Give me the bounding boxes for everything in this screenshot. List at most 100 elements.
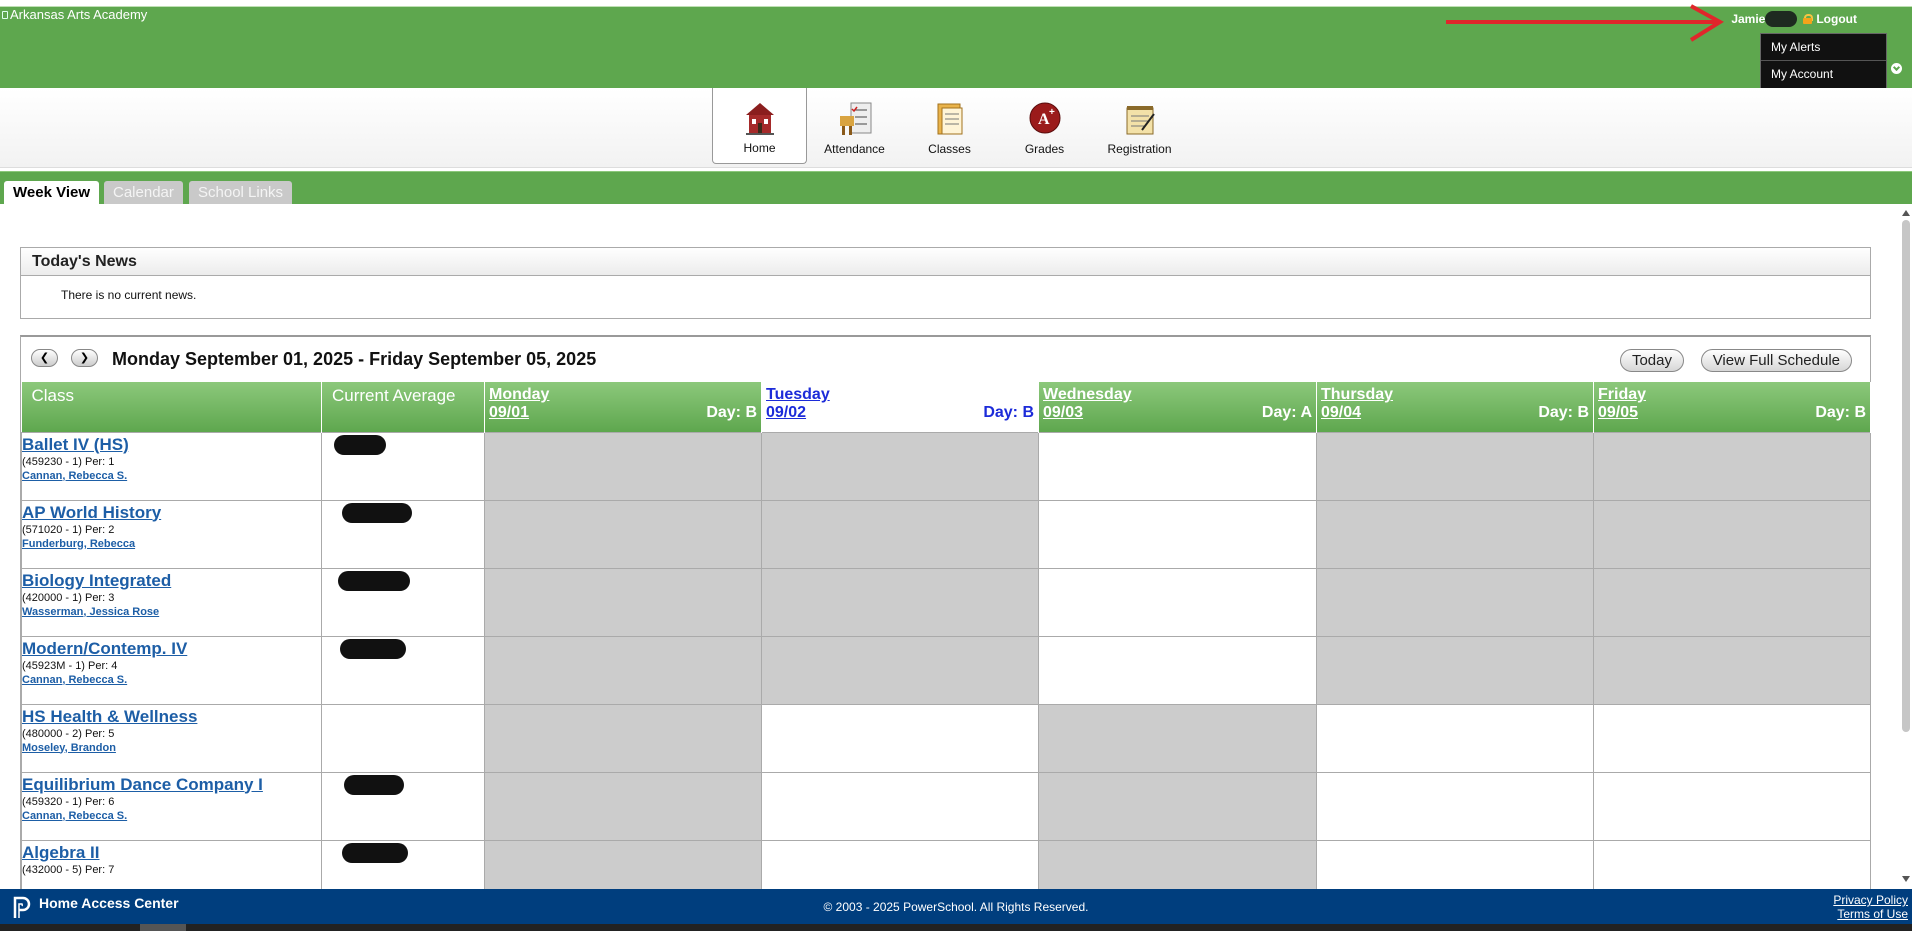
nav-label: Grades [1024,142,1065,156]
column-header-average: Current Average [321,382,485,432]
nav-classes[interactable]: Classes [902,88,997,164]
day-date-link[interactable]: 09/03 [1043,404,1083,422]
teacher-link[interactable]: Cannan, Rebecca S. [22,469,321,483]
teacher-link[interactable]: Cannan, Rebecca S. [22,673,321,687]
day-date-link[interactable]: 09/01 [489,404,529,422]
average-cell [321,703,485,773]
tab-week-view[interactable]: Week View [4,181,99,205]
day-header: Monday 09/01 Day: B [484,382,762,432]
class-cell: AP World History (571020 - 1) Per: 2 Funde… [21,499,322,569]
today-button[interactable]: Today [1619,349,1684,372]
attendance-icon [839,102,871,135]
redacted-average[interactable] [338,570,410,591]
tab-calendar[interactable]: Calendar [104,181,183,205]
my-account-item[interactable]: My Account [1761,61,1886,88]
redacted-average[interactable] [334,434,386,455]
logout-link[interactable]: Logout [1816,12,1857,26]
table-row: Modern/Contemp. IV (45923M - 1) Per: 4 Can… [21,635,1871,705]
schedule-day-cell [761,771,1039,841]
class-name-link[interactable]: HS Health & Wellness [22,707,321,727]
redacted-average[interactable] [342,842,408,863]
schedule-day-cell [1038,499,1317,569]
day-name-link[interactable]: Thursday [1321,386,1589,404]
nav-home[interactable]: Home [712,88,807,164]
schedule-day-cell [1593,839,1871,889]
day-code: Day: B [1538,404,1589,421]
day-header: Thursday 09/04 Day: B [1316,382,1594,432]
table-row: HS Health & Wellness (480000 - 2) Per: 5M… [21,703,1871,773]
copyright: © 2003 - 2025 PowerSchool. All Rights Re… [823,900,1089,914]
nav-attendance[interactable]: Attendance [807,88,902,164]
class-name-link[interactable]: Biology Integrated [22,571,321,591]
class-name-link[interactable]: Algebra II [22,843,321,863]
class-cell: Biology Integrated (420000 - 1) Per: 3 Was… [21,567,322,637]
scrollbar-thumb[interactable] [1902,220,1910,732]
schedule-day-cell [761,499,1039,569]
main-nav: Home Attendance Classes A + Grades Regis… [0,88,1912,168]
home-icon [745,103,774,135]
schedule-day-cell [1038,431,1317,501]
my-alerts-item[interactable]: My Alerts [1761,34,1886,61]
schedule-day-cell [1038,703,1317,773]
schedule-day-cell [1316,635,1594,705]
schedule-day-cell [761,567,1039,637]
schedule-day-cell [484,771,762,841]
teacher-link[interactable]: Moseley, Brandon [22,741,321,755]
redacted-average[interactable] [344,774,404,795]
redacted-average[interactable] [340,638,406,659]
previous-week-button[interactable]: ❮ [31,349,58,367]
teacher-link[interactable]: Wasserman, Jessica Rose [22,605,321,619]
nav-registration[interactable]: Registration [1092,88,1187,164]
user-name[interactable]: Jamie [1731,12,1765,26]
day-name-link[interactable]: Friday [1598,386,1866,404]
schedule-day-cell [1593,703,1871,773]
class-name-link[interactable]: Equilibrium Dance Company I [22,775,321,795]
classes-icon [937,103,962,135]
schedule-day-cell [1038,635,1317,705]
nav-label: Classes [928,142,971,156]
schedule-day-cell [484,567,762,637]
school-logo: Arkansas Arts Academy [2,7,147,22]
scroll-up-icon[interactable] [1902,210,1910,216]
next-week-button[interactable]: ❯ [71,349,98,367]
average-cell [321,499,485,569]
view-full-schedule-button[interactable]: View Full Schedule [1700,349,1852,372]
day-code: Day: A [1261,404,1312,421]
schedule-day-cell [1316,839,1594,889]
teacher-link[interactable]: Funderburg, Rebecca [22,537,321,551]
schedule-day-cell [761,431,1039,501]
schedule-day-cell [1316,499,1594,569]
user-area: Jamie Logout [1731,11,1857,27]
day-name-link[interactable]: Monday [489,386,757,404]
teacher-link[interactable]: Cannan, Rebecca S. [22,809,321,823]
terms-of-use-link[interactable]: Terms of Use [1833,907,1908,921]
class-cell: Algebra II (432000 - 5) Per: 7 [21,839,322,889]
class-name-link[interactable]: Ballet IV (HS) [22,435,321,455]
chevron-left-icon: ❮ [39,352,50,364]
chevron-down-icon[interactable] [1891,63,1902,74]
tab-bar: Week View Calendar School Links [0,171,1912,205]
schedule-day-cell [484,635,762,705]
class-name-link[interactable]: AP World History [22,503,321,523]
footer: Home Access Center © 2003 - 2025 PowerSc… [0,889,1912,924]
class-name-link[interactable]: Modern/Contemp. IV [22,639,321,659]
schedule-day-cell [1038,839,1317,889]
table-row: Ballet IV (HS) (459230 - 1) Per: 1 Cannan,… [21,431,1871,501]
annotation-arrow [1446,4,1724,42]
scroll-down-icon[interactable] [1902,876,1910,882]
nav-label: Registration [1107,142,1172,156]
day-header-today: Tuesday 09/02 Day: B [761,382,1039,432]
average-cell [321,635,485,705]
day-date-link[interactable]: 09/05 [1598,404,1638,422]
day-date-link[interactable]: 09/02 [766,404,806,422]
redacted-average[interactable] [342,502,412,523]
day-name-link[interactable]: Wednesday [1043,386,1312,404]
class-section: (432000 - 5) Per: 7 [22,863,115,876]
tab-school-links[interactable]: School Links [189,181,293,205]
day-name-link[interactable]: Tuesday [766,386,1034,404]
privacy-policy-link[interactable]: Privacy Policy [1833,893,1908,907]
day-date-link[interactable]: 09/04 [1321,404,1361,422]
schedule-day-cell [1038,771,1317,841]
schedule-day-cell [1316,567,1594,637]
nav-grades[interactable]: A + Grades [997,88,1092,164]
